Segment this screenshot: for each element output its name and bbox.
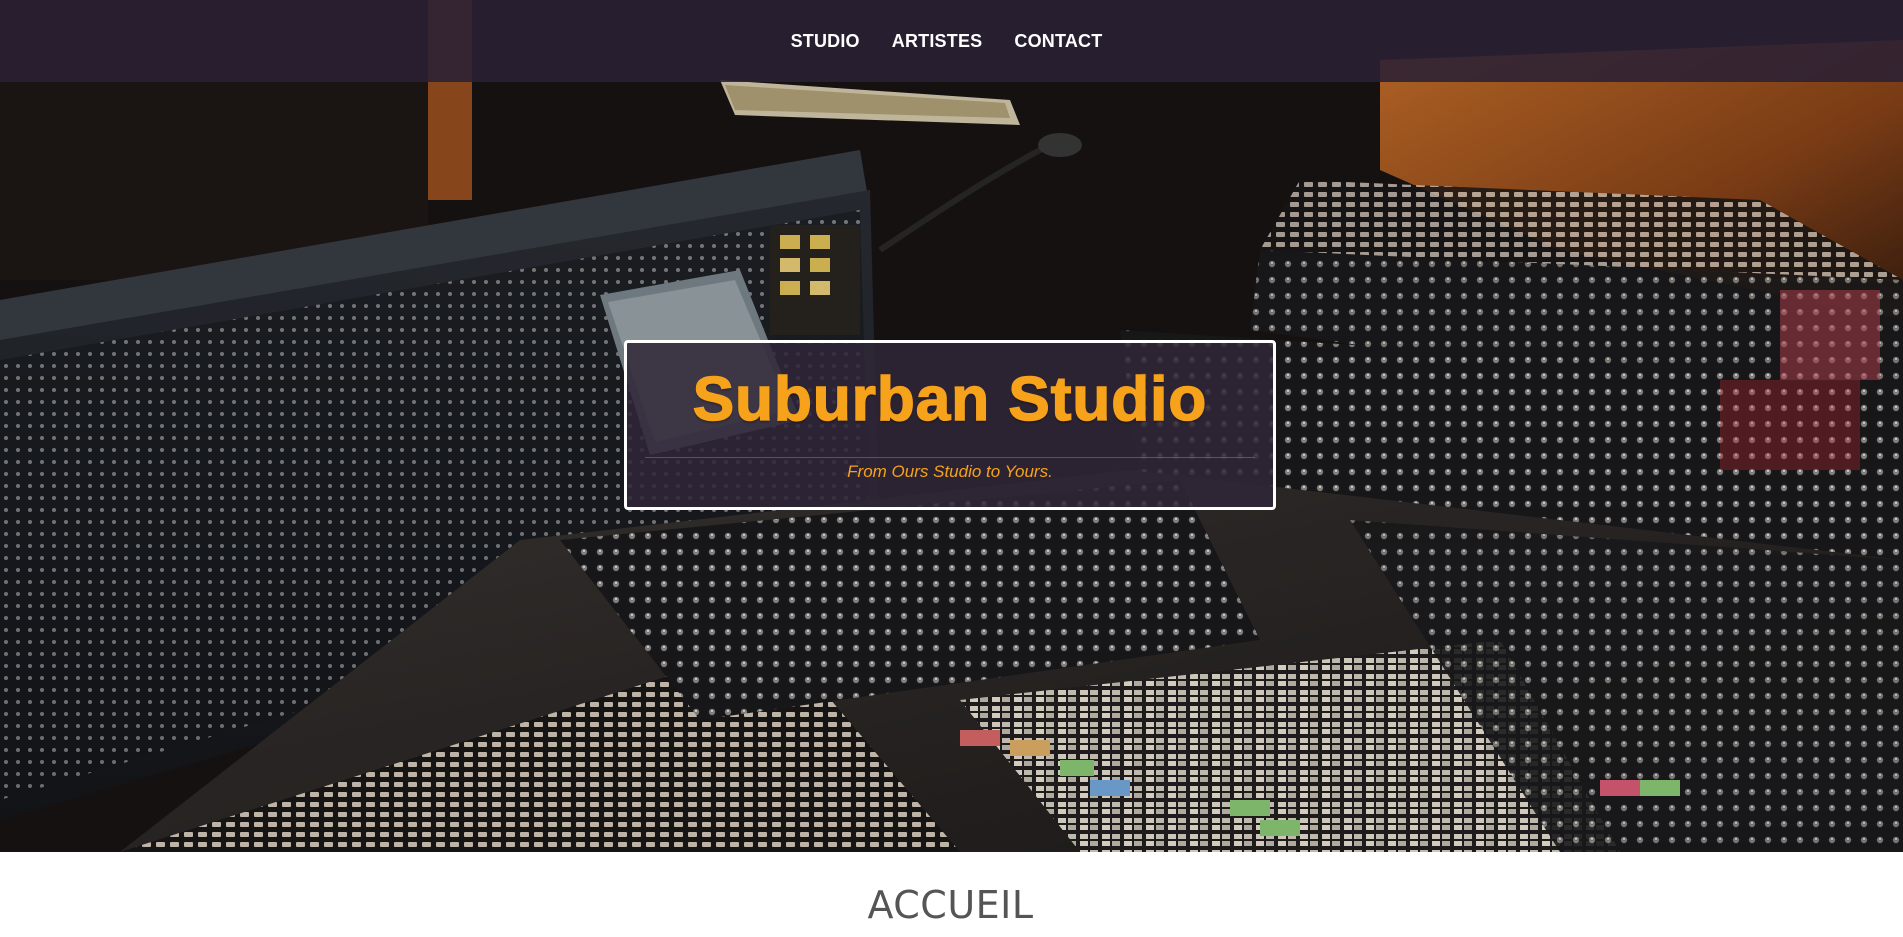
nav-link-contact[interactable]: CONTACT <box>1014 31 1102 51</box>
top-navbar: STUDIO ARTISTES CONTACT <box>0 0 1903 82</box>
section-heading: ACCUEIL <box>867 883 1034 927</box>
site-title: Suburban Studio <box>692 365 1208 434</box>
nav-link-studio[interactable]: STUDIO <box>791 31 860 51</box>
nav-link-artistes[interactable]: ARTISTES <box>892 31 983 51</box>
nav-item-studio: STUDIO <box>791 31 860 52</box>
nav-item-contact: CONTACT <box>1014 31 1102 52</box>
hero-title-box: Suburban Studio From Ours Studio to Your… <box>624 340 1276 510</box>
nav-menu: STUDIO ARTISTES CONTACT <box>791 31 1103 52</box>
page: STUDIO ARTISTES CONTACT Suburban Studio … <box>0 0 1903 937</box>
nav-item-artistes: ARTISTES <box>892 31 983 52</box>
site-tagline: From Ours Studio to Yours. <box>847 462 1053 481</box>
title-divider <box>645 457 1255 458</box>
